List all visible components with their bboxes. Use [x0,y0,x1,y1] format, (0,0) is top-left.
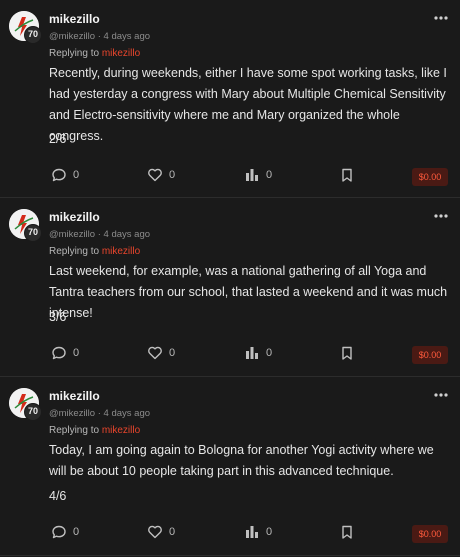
replying-to: Replying to mikezillo [49,425,140,436]
heart-icon [148,346,162,360]
vote-count: 0 [169,169,176,181]
comment-icon [52,346,66,360]
thread-counter: 3/6 [49,310,67,324]
replying-label: Replying to [49,425,100,436]
author-name[interactable]: mikezillo [49,389,150,403]
comment-icon [52,525,66,539]
like-button[interactable]: 0 [147,167,175,183]
heart-icon [148,525,162,539]
vote-count: 0 [169,347,176,359]
meta-separator: · [97,31,101,42]
post-card: 70 mikezillo @mikezillo · 4 days ago Rep… [0,198,460,377]
more-options-icon[interactable] [434,392,448,398]
stats-button[interactable]: 0 [244,345,272,361]
meta-separator: · [97,408,101,419]
bookmark-icon [342,168,352,182]
replying-to: Replying to mikezillo [49,48,140,59]
thread-feed: 70 mikezillo @mikezillo · 4 days ago Rep… [0,0,460,556]
bar-chart-icon [246,169,258,181]
reputation-badge: 70 [24,26,42,44]
payout-badge[interactable]: $0.00 [412,346,448,364]
author-handle[interactable]: @mikezillo [49,31,95,42]
author-handle[interactable]: @mikezillo [49,408,95,419]
post-time: 4 days ago [103,31,151,42]
post-card: 70 mikezillo @mikezillo · 4 days ago Rep… [0,377,460,556]
more-options-icon[interactable] [434,213,448,219]
bookmark-button[interactable] [339,345,355,361]
replying-to: Replying to mikezillo [49,246,140,257]
stats-button[interactable]: 0 [244,524,272,540]
bookmark-icon [342,346,352,360]
post-meta: @mikezillo · 4 days ago [49,31,150,42]
comment-count: 0 [73,169,80,181]
replying-user-link[interactable]: mikezillo [102,48,140,59]
action-bar: 0 0 0 $0.00 [0,524,460,544]
post-body: Recently, during weekends, either I have… [49,66,447,143]
comment-count: 0 [73,347,80,359]
author-name[interactable]: mikezillo [49,12,150,26]
bar-chart-icon [246,347,258,359]
action-bar: 0 0 0 $0.00 [0,345,460,365]
like-button[interactable]: 0 [147,345,175,361]
payout-badge[interactable]: $0.00 [412,168,448,186]
replying-user-link[interactable]: mikezillo [102,425,140,436]
vote-count: 0 [169,526,176,538]
bar-chart-icon [246,526,258,538]
action-bar: 0 0 0 $0.00 [0,167,460,187]
post-meta: @mikezillo · 4 days ago [49,229,150,240]
post-meta: @mikezillo · 4 days ago [49,408,150,419]
replying-label: Replying to [49,48,100,59]
bookmark-button[interactable] [339,167,355,183]
bookmark-icon [342,525,352,539]
bookmark-button[interactable] [339,524,355,540]
post-time: 4 days ago [103,408,151,419]
comment-icon [52,168,66,182]
payout-badge[interactable]: $0.00 [412,525,448,543]
post-header: mikezillo @mikezillo · 4 days ago [49,389,150,419]
stats-count: 0 [266,169,273,181]
comment-button[interactable]: 0 [51,167,79,183]
author-name[interactable]: mikezillo [49,210,150,224]
thread-counter: 4/6 [49,489,67,503]
post-time: 4 days ago [103,229,151,240]
reputation-badge: 70 [24,403,42,421]
comment-button[interactable]: 0 [51,345,79,361]
post-body: Today, I am going again to Bologna for a… [49,443,434,478]
comment-button[interactable]: 0 [51,524,79,540]
post-header: mikezillo @mikezillo · 4 days ago [49,210,150,240]
replying-user-link[interactable]: mikezillo [102,246,140,257]
post-header: mikezillo @mikezillo · 4 days ago [49,12,150,42]
stats-count: 0 [266,526,273,538]
author-handle[interactable]: @mikezillo [49,229,95,240]
thread-counter: 2/6 [49,132,67,146]
reputation-badge: 70 [24,224,42,242]
comment-count: 0 [73,526,80,538]
more-options-icon[interactable] [434,15,448,21]
post-card: 70 mikezillo @mikezillo · 4 days ago Rep… [0,0,460,198]
replying-label: Replying to [49,246,100,257]
post-body: Last weekend, for example, was a nationa… [49,264,448,320]
like-button[interactable]: 0 [147,524,175,540]
stats-button[interactable]: 0 [244,167,272,183]
heart-icon [148,168,162,182]
meta-separator: · [97,229,101,240]
stats-count: 0 [266,347,273,359]
